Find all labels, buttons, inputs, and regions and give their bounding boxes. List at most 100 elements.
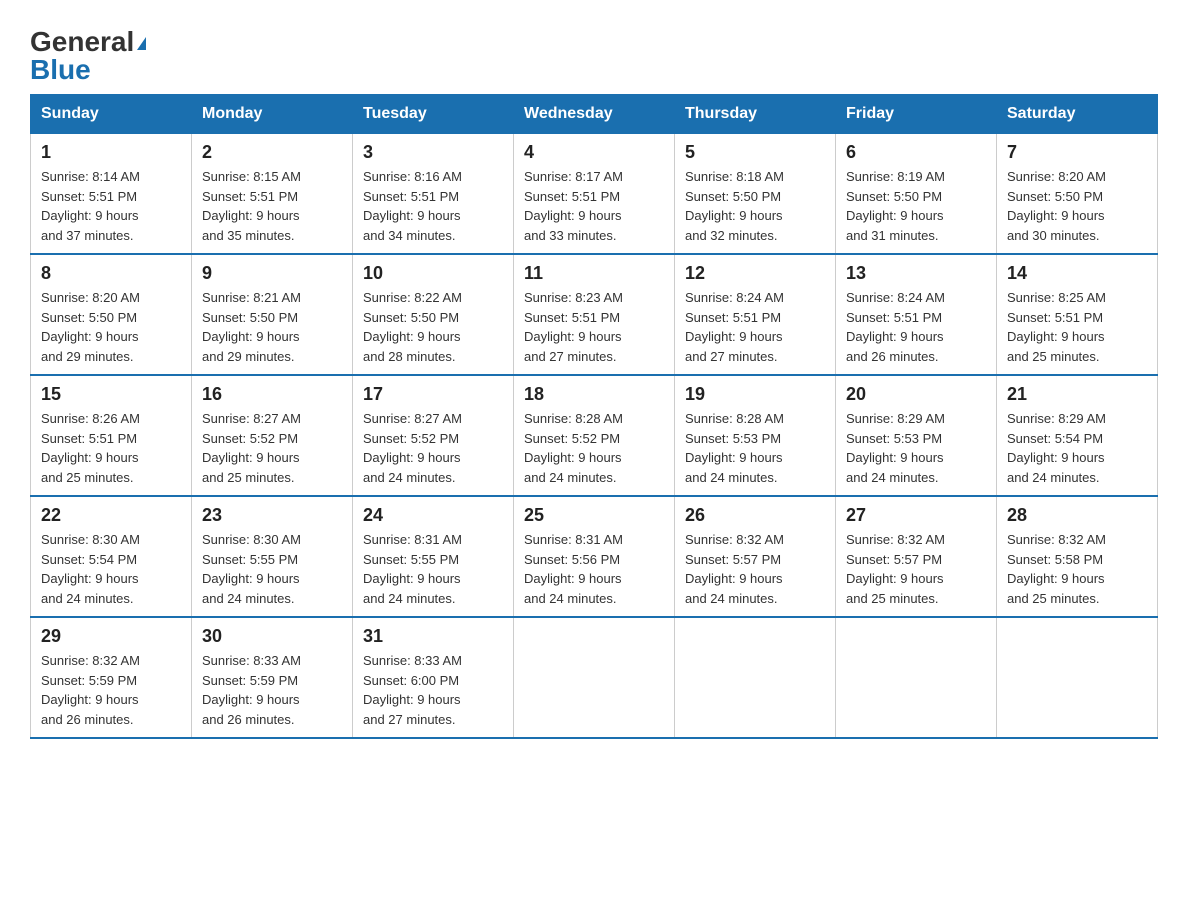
calendar-week-3: 15 Sunrise: 8:26 AMSunset: 5:51 PMDaylig… (31, 375, 1158, 496)
calendar-cell (675, 617, 836, 738)
calendar-cell: 19 Sunrise: 8:28 AMSunset: 5:53 PMDaylig… (675, 375, 836, 496)
calendar-cell: 15 Sunrise: 8:26 AMSunset: 5:51 PMDaylig… (31, 375, 192, 496)
day-number: 22 (41, 505, 181, 526)
calendar-cell: 31 Sunrise: 8:33 AMSunset: 6:00 PMDaylig… (353, 617, 514, 738)
day-number: 17 (363, 384, 503, 405)
calendar-cell: 24 Sunrise: 8:31 AMSunset: 5:55 PMDaylig… (353, 496, 514, 617)
day-number: 6 (846, 142, 986, 163)
day-info: Sunrise: 8:32 AMSunset: 5:58 PMDaylight:… (1007, 530, 1147, 608)
calendar-cell: 5 Sunrise: 8:18 AMSunset: 5:50 PMDayligh… (675, 134, 836, 255)
calendar-cell: 12 Sunrise: 8:24 AMSunset: 5:51 PMDaylig… (675, 254, 836, 375)
day-info: Sunrise: 8:32 AMSunset: 5:57 PMDaylight:… (685, 530, 825, 608)
calendar-cell: 10 Sunrise: 8:22 AMSunset: 5:50 PMDaylig… (353, 254, 514, 375)
day-info: Sunrise: 8:23 AMSunset: 5:51 PMDaylight:… (524, 288, 664, 366)
calendar-cell (514, 617, 675, 738)
day-number: 4 (524, 142, 664, 163)
calendar-cell: 2 Sunrise: 8:15 AMSunset: 5:51 PMDayligh… (192, 134, 353, 255)
header-sunday: Sunday (31, 95, 192, 134)
calendar-cell: 18 Sunrise: 8:28 AMSunset: 5:52 PMDaylig… (514, 375, 675, 496)
page-header: General Blue (30, 20, 1158, 84)
day-number: 30 (202, 626, 342, 647)
calendar-cell: 16 Sunrise: 8:27 AMSunset: 5:52 PMDaylig… (192, 375, 353, 496)
day-info: Sunrise: 8:26 AMSunset: 5:51 PMDaylight:… (41, 409, 181, 487)
calendar-cell: 8 Sunrise: 8:20 AMSunset: 5:50 PMDayligh… (31, 254, 192, 375)
day-info: Sunrise: 8:31 AMSunset: 5:55 PMDaylight:… (363, 530, 503, 608)
day-number: 25 (524, 505, 664, 526)
calendar-cell: 21 Sunrise: 8:29 AMSunset: 5:54 PMDaylig… (997, 375, 1158, 496)
day-number: 10 (363, 263, 503, 284)
day-info: Sunrise: 8:30 AMSunset: 5:55 PMDaylight:… (202, 530, 342, 608)
calendar-cell (997, 617, 1158, 738)
calendar-week-1: 1 Sunrise: 8:14 AMSunset: 5:51 PMDayligh… (31, 134, 1158, 255)
header-monday: Monday (192, 95, 353, 134)
calendar-cell: 29 Sunrise: 8:32 AMSunset: 5:59 PMDaylig… (31, 617, 192, 738)
day-number: 1 (41, 142, 181, 163)
day-info: Sunrise: 8:29 AMSunset: 5:53 PMDaylight:… (846, 409, 986, 487)
calendar-cell: 30 Sunrise: 8:33 AMSunset: 5:59 PMDaylig… (192, 617, 353, 738)
day-number: 15 (41, 384, 181, 405)
day-info: Sunrise: 8:18 AMSunset: 5:50 PMDaylight:… (685, 167, 825, 245)
day-info: Sunrise: 8:19 AMSunset: 5:50 PMDaylight:… (846, 167, 986, 245)
day-number: 31 (363, 626, 503, 647)
calendar-cell: 23 Sunrise: 8:30 AMSunset: 5:55 PMDaylig… (192, 496, 353, 617)
day-number: 9 (202, 263, 342, 284)
calendar-cell: 14 Sunrise: 8:25 AMSunset: 5:51 PMDaylig… (997, 254, 1158, 375)
day-number: 29 (41, 626, 181, 647)
day-info: Sunrise: 8:22 AMSunset: 5:50 PMDaylight:… (363, 288, 503, 366)
calendar-table: SundayMondayTuesdayWednesdayThursdayFrid… (30, 94, 1158, 739)
day-info: Sunrise: 8:15 AMSunset: 5:51 PMDaylight:… (202, 167, 342, 245)
logo-blue: Blue (30, 56, 91, 84)
day-number: 3 (363, 142, 503, 163)
day-info: Sunrise: 8:16 AMSunset: 5:51 PMDaylight:… (363, 167, 503, 245)
day-number: 12 (685, 263, 825, 284)
day-info: Sunrise: 8:24 AMSunset: 5:51 PMDaylight:… (685, 288, 825, 366)
day-info: Sunrise: 8:25 AMSunset: 5:51 PMDaylight:… (1007, 288, 1147, 366)
header-thursday: Thursday (675, 95, 836, 134)
day-number: 2 (202, 142, 342, 163)
calendar-cell: 9 Sunrise: 8:21 AMSunset: 5:50 PMDayligh… (192, 254, 353, 375)
calendar-cell: 20 Sunrise: 8:29 AMSunset: 5:53 PMDaylig… (836, 375, 997, 496)
day-number: 11 (524, 263, 664, 284)
calendar-cell: 4 Sunrise: 8:17 AMSunset: 5:51 PMDayligh… (514, 134, 675, 255)
calendar-cell: 28 Sunrise: 8:32 AMSunset: 5:58 PMDaylig… (997, 496, 1158, 617)
day-number: 28 (1007, 505, 1147, 526)
day-number: 24 (363, 505, 503, 526)
calendar-cell: 22 Sunrise: 8:30 AMSunset: 5:54 PMDaylig… (31, 496, 192, 617)
calendar-cell: 13 Sunrise: 8:24 AMSunset: 5:51 PMDaylig… (836, 254, 997, 375)
header-saturday: Saturday (997, 95, 1158, 134)
calendar-cell (836, 617, 997, 738)
day-info: Sunrise: 8:28 AMSunset: 5:53 PMDaylight:… (685, 409, 825, 487)
day-info: Sunrise: 8:31 AMSunset: 5:56 PMDaylight:… (524, 530, 664, 608)
header-wednesday: Wednesday (514, 95, 675, 134)
day-info: Sunrise: 8:30 AMSunset: 5:54 PMDaylight:… (41, 530, 181, 608)
day-number: 18 (524, 384, 664, 405)
day-info: Sunrise: 8:17 AMSunset: 5:51 PMDaylight:… (524, 167, 664, 245)
day-info: Sunrise: 8:29 AMSunset: 5:54 PMDaylight:… (1007, 409, 1147, 487)
day-info: Sunrise: 8:32 AMSunset: 5:57 PMDaylight:… (846, 530, 986, 608)
day-info: Sunrise: 8:28 AMSunset: 5:52 PMDaylight:… (524, 409, 664, 487)
day-number: 23 (202, 505, 342, 526)
header-friday: Friday (836, 95, 997, 134)
day-number: 27 (846, 505, 986, 526)
calendar-cell: 27 Sunrise: 8:32 AMSunset: 5:57 PMDaylig… (836, 496, 997, 617)
calendar-cell: 11 Sunrise: 8:23 AMSunset: 5:51 PMDaylig… (514, 254, 675, 375)
day-number: 8 (41, 263, 181, 284)
day-number: 13 (846, 263, 986, 284)
day-number: 21 (1007, 384, 1147, 405)
day-number: 20 (846, 384, 986, 405)
calendar-cell: 26 Sunrise: 8:32 AMSunset: 5:57 PMDaylig… (675, 496, 836, 617)
day-number: 14 (1007, 263, 1147, 284)
calendar-week-5: 29 Sunrise: 8:32 AMSunset: 5:59 PMDaylig… (31, 617, 1158, 738)
calendar-cell: 1 Sunrise: 8:14 AMSunset: 5:51 PMDayligh… (31, 134, 192, 255)
calendar-cell: 25 Sunrise: 8:31 AMSunset: 5:56 PMDaylig… (514, 496, 675, 617)
calendar-cell: 17 Sunrise: 8:27 AMSunset: 5:52 PMDaylig… (353, 375, 514, 496)
day-number: 7 (1007, 142, 1147, 163)
day-number: 5 (685, 142, 825, 163)
day-number: 16 (202, 384, 342, 405)
logo-general: General (30, 28, 146, 56)
day-info: Sunrise: 8:32 AMSunset: 5:59 PMDaylight:… (41, 651, 181, 729)
day-info: Sunrise: 8:21 AMSunset: 5:50 PMDaylight:… (202, 288, 342, 366)
day-info: Sunrise: 8:33 AMSunset: 6:00 PMDaylight:… (363, 651, 503, 729)
logo: General Blue (30, 28, 146, 84)
calendar-week-4: 22 Sunrise: 8:30 AMSunset: 5:54 PMDaylig… (31, 496, 1158, 617)
